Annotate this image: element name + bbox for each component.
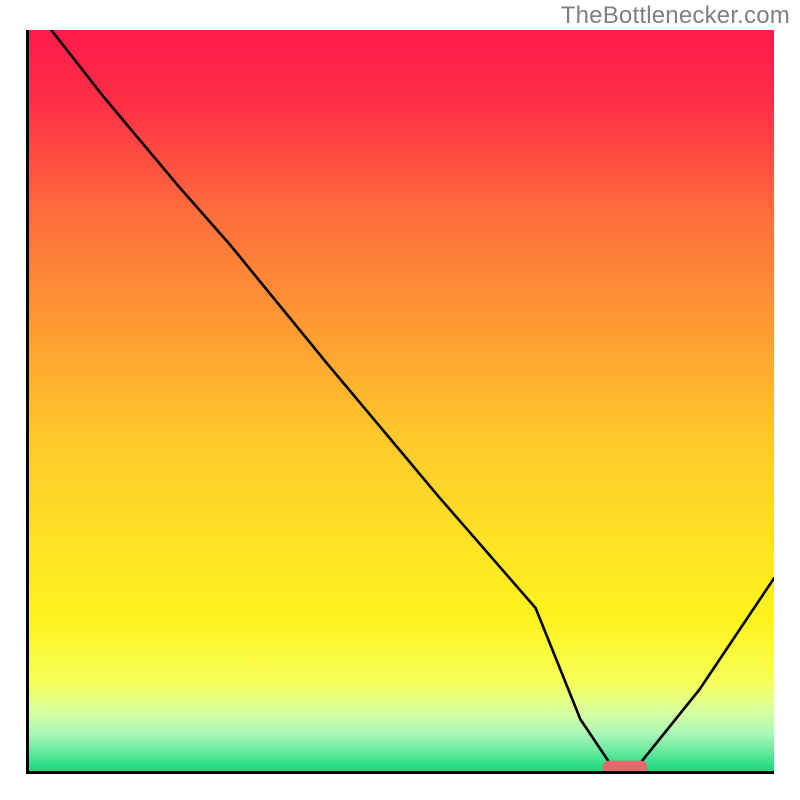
chart-svg xyxy=(29,30,774,771)
watermark-text: TheBottlenecker.com xyxy=(561,2,790,30)
optimum-marker xyxy=(603,761,648,771)
chart-root: TheBottlenecker.com xyxy=(0,0,800,800)
